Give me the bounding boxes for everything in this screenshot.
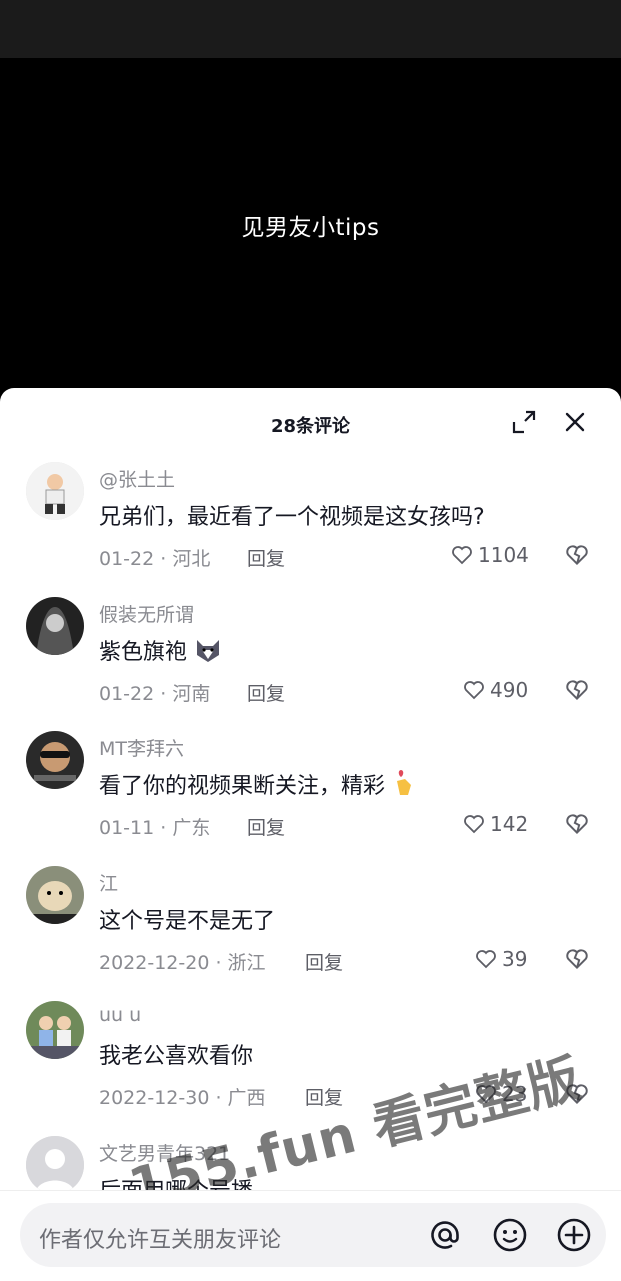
reply-button[interactable]: 回复 xyxy=(247,544,285,571)
avatar[interactable] xyxy=(26,597,84,655)
heart-icon xyxy=(464,681,484,700)
comment-item: 假装无所谓 紫色旗袍 01-22 · 河南 回复 490 xyxy=(0,597,621,732)
heart-icon xyxy=(476,950,496,969)
like-count: 1104 xyxy=(478,543,529,567)
reply-button[interactable]: 回复 xyxy=(305,1083,343,1110)
comment-text: 看了你的视频果断关注，精彩 xyxy=(99,768,416,800)
like-button[interactable]: 142 xyxy=(462,811,528,837)
comments-header: 28条评论 xyxy=(0,388,621,458)
comment-username[interactable]: 假装无所谓 xyxy=(99,600,194,627)
close-icon[interactable] xyxy=(561,408,589,436)
like-button[interactable]: 23 xyxy=(474,1081,527,1107)
add-icon[interactable] xyxy=(556,1217,592,1253)
comment-input-bar: 作者仅允许互关朋友评论 xyxy=(0,1190,621,1281)
heart-icon xyxy=(464,815,484,834)
comment-username[interactable]: MT李拜六 xyxy=(99,734,184,761)
like-count: 490 xyxy=(490,678,529,702)
comment-text-content: 看了你的视频果断关注，精彩 xyxy=(99,774,386,799)
heart-icon xyxy=(452,546,472,565)
dislike-heart-icon[interactable] xyxy=(564,811,590,837)
reply-button[interactable]: 回复 xyxy=(247,679,285,706)
comments-sheet: 28条评论 @张土土 兄弟们，最近看了一个视频是这女孩吗? 01-22 · 河北… xyxy=(0,388,621,1280)
comment-input[interactable]: 作者仅允许互关朋友评论 xyxy=(20,1203,606,1267)
like-button[interactable]: 39 xyxy=(474,946,527,972)
comment-item: uu u 我老公喜欢看你 2022-12-30 · 广西 回复 23 xyxy=(0,1001,621,1136)
video-caption: 见男友小tips xyxy=(241,215,380,241)
avatar[interactable] xyxy=(26,1136,84,1194)
dislike-heart-icon[interactable] xyxy=(564,542,590,568)
reply-button[interactable]: 回复 xyxy=(305,948,343,975)
mention-icon[interactable] xyxy=(427,1217,463,1253)
comment-text: 紫色旗袍 xyxy=(99,634,222,666)
comment-username[interactable]: 文艺男青年321 xyxy=(99,1139,230,1166)
heart-hand-emoji xyxy=(397,770,412,795)
comment-date-location: 01-22 · 河南 xyxy=(99,683,211,705)
comment-date-location: 2022-12-20 · 浙江 xyxy=(99,952,266,974)
comment-text: 兄弟们，最近看了一个视频是这女孩吗? xyxy=(99,505,485,530)
comment-text-content: 紫色旗袍 xyxy=(99,640,188,665)
comment-date-location: 01-11 · 广东 xyxy=(99,817,211,839)
comment-username[interactable]: @张土土 xyxy=(99,465,175,492)
dislike-heart-icon[interactable] xyxy=(564,1081,590,1107)
comment-text: 我老公喜欢看你 xyxy=(99,1044,254,1069)
like-count: 39 xyxy=(502,947,528,971)
comment-date-location: 01-22 · 河北 xyxy=(99,548,211,570)
comment-date-location: 2022-12-30 · 广西 xyxy=(99,1087,266,1109)
avatar[interactable] xyxy=(26,1001,84,1059)
comment-item: @张土土 兄弟们，最近看了一个视频是这女孩吗? 01-22 · 河北 回复 11… xyxy=(0,462,621,597)
like-count: 142 xyxy=(490,812,529,836)
comment-username[interactable]: 江 xyxy=(99,869,118,896)
husky-emoji xyxy=(197,640,220,662)
avatar[interactable] xyxy=(26,462,84,520)
emoji-icon[interactable] xyxy=(492,1217,528,1253)
avatar[interactable] xyxy=(26,866,84,924)
avatar[interactable] xyxy=(26,731,84,789)
dislike-heart-icon[interactable] xyxy=(564,946,590,972)
comment-item: 江 这个号是不是无了 2022-12-20 · 浙江 回复 39 xyxy=(0,866,621,1001)
expand-icon[interactable] xyxy=(510,408,538,436)
comment-input-placeholder: 作者仅允许互关朋友评论 xyxy=(39,1228,282,1253)
like-count: 23 xyxy=(502,1082,528,1106)
comment-item: MT李拜六 看了你的视频果断关注，精彩 01-11 · 广东 回复 142 xyxy=(0,731,621,866)
like-button[interactable]: 1104 xyxy=(450,542,529,568)
dislike-heart-icon[interactable] xyxy=(564,677,590,703)
comment-username[interactable]: uu u xyxy=(99,1004,141,1026)
reply-button[interactable]: 回复 xyxy=(247,813,285,840)
comment-text: 这个号是不是无了 xyxy=(99,909,276,934)
status-bar xyxy=(0,0,621,58)
like-button[interactable]: 490 xyxy=(462,677,528,703)
heart-icon xyxy=(476,1085,496,1104)
video-player[interactable]: 见男友小tips xyxy=(0,58,621,390)
